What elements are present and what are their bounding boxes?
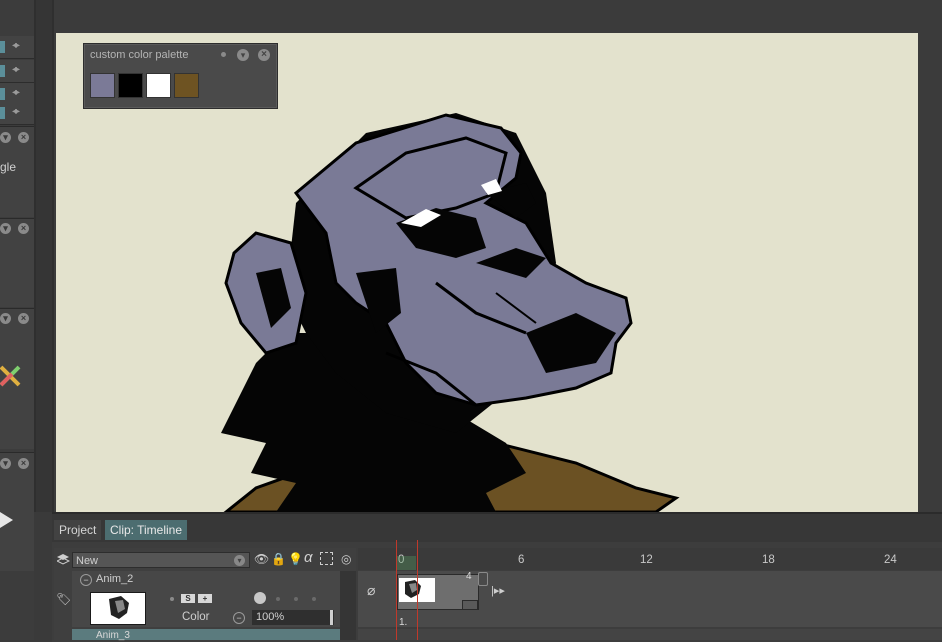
lightbulb-icon[interactable]: 💡 xyxy=(288,552,303,566)
lock-icon[interactable]: 🔒 xyxy=(271,552,286,566)
dot-icon xyxy=(170,597,174,601)
collapse-icon[interactable]: ▾ xyxy=(0,313,11,324)
opacity-slider-handle[interactable] xyxy=(330,610,333,625)
alpha-icon[interactable]: α xyxy=(304,549,313,566)
opacity-field[interactable]: 100% xyxy=(252,610,334,625)
palette-swatch[interactable] xyxy=(90,73,115,98)
close-icon[interactable]: × xyxy=(18,132,29,143)
new-layer-label: New xyxy=(76,555,99,567)
thumbnail-artwork xyxy=(109,596,129,619)
palette-swatch[interactable] xyxy=(174,73,199,98)
layer-name[interactable]: Anim_3 xyxy=(96,630,130,641)
opacity-value: 100% xyxy=(256,611,285,623)
layers-icon[interactable] xyxy=(57,553,70,566)
layer-color-dot[interactable] xyxy=(254,592,266,604)
onion-skin-icon[interactable]: ◎ xyxy=(341,552,351,566)
color-swatch xyxy=(0,88,5,100)
add-frame-icon[interactable]: + xyxy=(198,594,212,603)
collapse-icon[interactable]: ▾ xyxy=(237,49,249,61)
collapse-icon[interactable]: ▾ xyxy=(0,223,11,234)
layer-color-label: Color xyxy=(182,611,210,623)
arrows-icon[interactable]: ◂▸ xyxy=(12,64,20,75)
new-layer-dropdown[interactable]: New ▾ xyxy=(72,552,250,568)
tag-icon[interactable]: 🏷 xyxy=(56,592,71,606)
close-icon[interactable]: × xyxy=(258,49,270,61)
panel-label: gle xyxy=(0,160,17,174)
close-icon[interactable]: × xyxy=(18,458,29,469)
frame-tick: 6 xyxy=(518,554,525,566)
collapse-icon[interactable]: ▾ xyxy=(0,458,11,469)
frame-tick: 12 xyxy=(640,554,653,566)
left-panel: ◂▸ ◂▸ ◂▸ ◂▸ ▾ × ▾ × ▾ × ▾ × xyxy=(0,0,34,640)
close-icon[interactable]: × xyxy=(18,223,29,234)
loop-icon[interactable]: |▸▸ xyxy=(491,584,505,597)
timeline-track[interactable] xyxy=(358,629,942,640)
selection-icon[interactable] xyxy=(320,552,333,565)
close-icon[interactable]: × xyxy=(18,313,29,324)
playhead[interactable] xyxy=(396,540,418,640)
layer-scrollbar[interactable] xyxy=(340,571,356,640)
layer-mini-row[interactable]: ◂▸ xyxy=(0,102,34,125)
tab-project[interactable]: Project xyxy=(54,520,102,540)
collapse-icon[interactable]: − xyxy=(80,574,92,586)
clip-resize-handle[interactable] xyxy=(462,600,478,610)
minus-icon[interactable]: − xyxy=(233,612,245,624)
panel-divider-inner xyxy=(36,0,52,512)
collapse-icon[interactable]: ▾ xyxy=(0,132,11,143)
no-symbol-icon[interactable]: ⌀ xyxy=(367,582,375,599)
color-swatch xyxy=(0,41,5,53)
dot-icon xyxy=(276,597,280,601)
color-swatch xyxy=(0,107,5,119)
palette-title: custom color palette xyxy=(90,49,189,61)
dot-icon xyxy=(294,597,298,601)
clip-end-bracket[interactable] xyxy=(478,572,488,586)
layer-name[interactable]: Anim_2 xyxy=(96,573,133,585)
color-swatch xyxy=(0,65,5,77)
eye-icon[interactable]: 👁 xyxy=(254,552,269,566)
clear-x-icon[interactable] xyxy=(0,364,22,388)
frame-tick: 18 xyxy=(762,554,775,566)
arrows-icon[interactable]: ◂▸ xyxy=(12,87,20,98)
clip-end-frame: 4 xyxy=(466,571,472,582)
layer-mini-row[interactable]: ◂▸ xyxy=(0,60,34,83)
layer-thumbnail[interactable] xyxy=(90,592,146,625)
sync-icon[interactable]: S xyxy=(181,594,195,603)
arrows-icon[interactable]: ◂▸ xyxy=(12,106,20,117)
palette-swatch[interactable] xyxy=(146,73,171,98)
color-palette-panel[interactable]: custom color palette ▾ × xyxy=(83,43,278,109)
play-icon[interactable] xyxy=(0,512,14,528)
palette-swatch[interactable] xyxy=(118,73,143,98)
layer-mini-row[interactable]: ◂▸ xyxy=(0,36,34,59)
frame-tick: 24 xyxy=(884,554,897,566)
tab-timeline[interactable]: Clip: Timeline xyxy=(105,520,188,540)
chevron-down-icon: ▾ xyxy=(234,555,245,566)
dot-icon xyxy=(221,52,226,57)
arrows-icon[interactable]: ◂▸ xyxy=(12,40,20,51)
dot-icon xyxy=(312,597,316,601)
